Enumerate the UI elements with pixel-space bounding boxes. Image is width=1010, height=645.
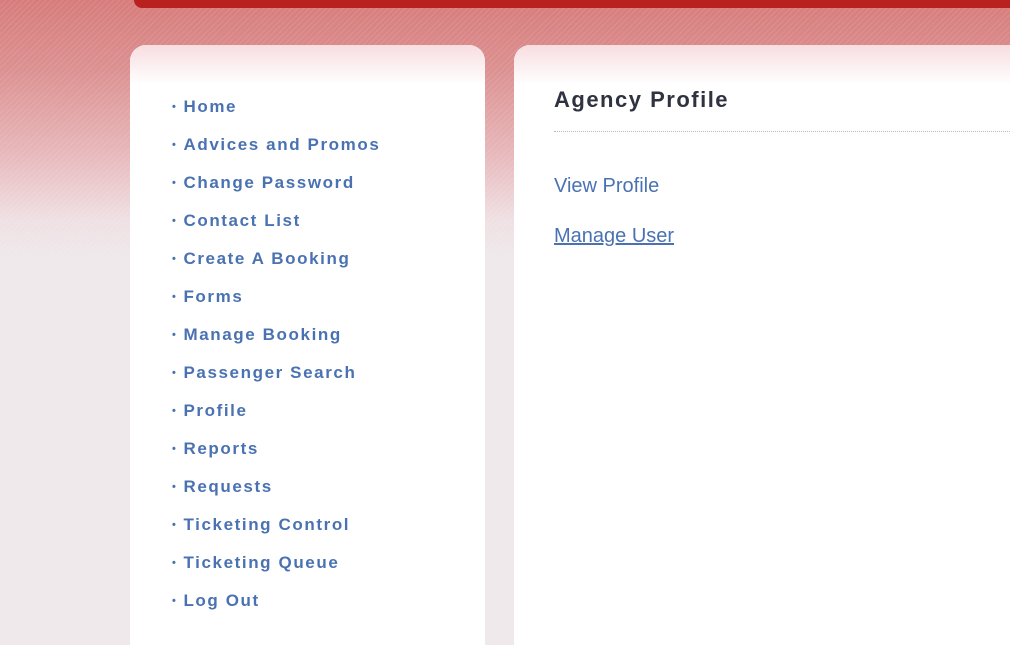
sidebar-link-requests[interactable]: • Requests — [172, 477, 273, 496]
bullet-icon: • — [172, 215, 178, 227]
manage-user-link[interactable]: Manage User — [554, 225, 674, 248]
sidebar-item-label: Advices and Promos — [183, 135, 381, 154]
sidebar-item-forms: • Forms — [172, 286, 380, 324]
sidebar-item-manage-booking: • Manage Booking — [172, 324, 380, 362]
sidebar-panel: • Home • Advices and Promos • Change Passwo… — [130, 45, 485, 645]
sidebar-item-create-a-booking: • Create A Booking — [172, 248, 380, 286]
page-title: Agency Profile — [554, 87, 730, 112]
sidebar-item-ticketing-queue: • Ticketing Queue — [172, 552, 380, 590]
sidebar-link-ticketing-queue[interactable]: • Ticketing Queue — [172, 553, 339, 572]
sidebar-link-change-password[interactable]: • Change Password — [172, 173, 355, 192]
sidebar-menu: • Home • Advices and Promos • Change Passwo… — [172, 96, 380, 628]
sidebar-item-label: Contact List — [183, 211, 301, 230]
bullet-icon: • — [172, 405, 178, 417]
sidebar-item-home: • Home — [172, 96, 380, 134]
sidebar-link-log-out[interactable]: • Log Out — [172, 591, 260, 610]
sidebar-item-label: Profile — [183, 401, 248, 420]
view-profile-link[interactable]: View Profile — [554, 175, 659, 198]
bullet-icon: • — [172, 557, 178, 569]
sidebar-item-label: Manage Booking — [183, 325, 342, 344]
sidebar-link-reports[interactable]: • Reports — [172, 439, 259, 458]
sidebar-link-ticketing-control[interactable]: • Ticketing Control — [172, 515, 350, 534]
sidebar-item-contact-list: • Contact List — [172, 210, 380, 248]
bullet-icon: • — [172, 139, 178, 151]
sidebar-item-advices-and-promos: • Advices and Promos — [172, 134, 380, 172]
sidebar-item-passenger-search: • Passenger Search — [172, 362, 380, 400]
sidebar-item-label: Log Out — [183, 591, 260, 610]
bullet-icon: • — [172, 177, 178, 189]
main-content-panel: Agency Profile View Profile Manage User — [514, 45, 1010, 645]
bullet-icon: • — [172, 291, 178, 303]
bullet-icon: • — [172, 595, 178, 607]
sidebar-item-label: Ticketing Queue — [183, 553, 340, 572]
sidebar-link-create-a-booking[interactable]: • Create A Booking — [172, 249, 350, 268]
sidebar-item-reports: • Reports — [172, 438, 380, 476]
sidebar-link-contact-list[interactable]: • Contact List — [172, 211, 301, 230]
sidebar-link-home[interactable]: • Home — [172, 97, 237, 116]
bullet-icon: • — [172, 101, 178, 113]
top-red-bar — [134, 0, 1010, 8]
sidebar-item-label: Forms — [183, 287, 244, 306]
sidebar-item-label: Change Password — [183, 173, 355, 192]
sidebar-item-change-password: • Change Password — [172, 172, 380, 210]
sidebar-link-profile[interactable]: • Profile — [172, 401, 248, 420]
sidebar-item-label: Requests — [183, 477, 273, 496]
sidebar-item-label: Create A Booking — [183, 249, 351, 268]
sidebar-item-profile: • Profile — [172, 400, 380, 438]
sidebar-item-label: Ticketing Control — [183, 515, 351, 534]
sidebar-item-log-out: • Log Out — [172, 590, 380, 628]
bullet-icon: • — [172, 253, 178, 265]
sidebar-link-manage-booking[interactable]: • Manage Booking — [172, 325, 342, 344]
sidebar-item-label: Reports — [183, 439, 259, 458]
sidebar-item-label: Passenger Search — [183, 363, 357, 382]
title-divider — [554, 131, 1010, 132]
bullet-icon: • — [172, 443, 178, 455]
sidebar-link-advices-and-promos[interactable]: • Advices and Promos — [172, 135, 380, 154]
bullet-icon: • — [172, 329, 178, 341]
sidebar-item-label: Home — [183, 97, 238, 116]
bullet-icon: • — [172, 367, 178, 379]
sidebar-item-ticketing-control: • Ticketing Control — [172, 514, 380, 552]
bullet-icon: • — [172, 481, 178, 493]
bullet-icon: • — [172, 519, 178, 531]
sidebar-link-passenger-search[interactable]: • Passenger Search — [172, 363, 356, 382]
sidebar-item-requests: • Requests — [172, 476, 380, 514]
sidebar-link-forms[interactable]: • Forms — [172, 287, 243, 306]
